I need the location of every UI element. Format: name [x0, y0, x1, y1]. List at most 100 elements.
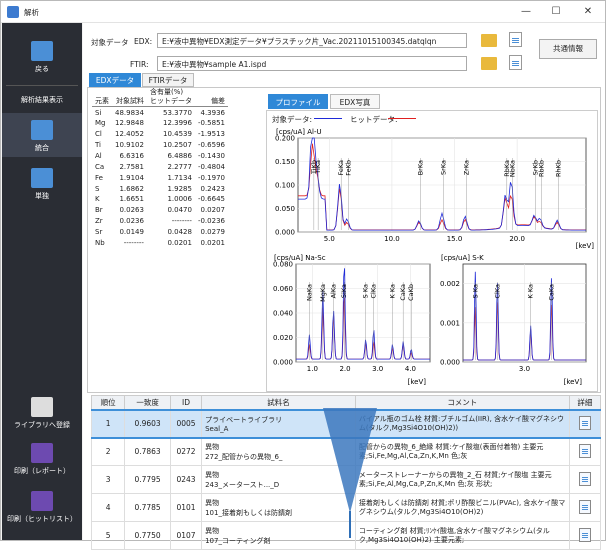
maximize-button[interactable]: ☐ — [541, 1, 571, 23]
table-cell: Al — [95, 151, 102, 160]
detail-cell[interactable] — [568, 465, 602, 494]
table-cell: -0.5851 — [197, 119, 225, 128]
y-tick-label: 0.000 — [273, 359, 293, 367]
peak-label: ZrKa — [462, 160, 470, 175]
detail-document-icon[interactable] — [578, 415, 591, 430]
chart-title: [cps/uA] S-K — [441, 254, 484, 262]
peak-label: AlKa — [330, 284, 338, 298]
library-register-label: ライブラリへ登録 — [14, 421, 70, 429]
peak-label: S Ka — [471, 284, 479, 298]
tab-profile[interactable]: プロファイル — [268, 94, 328, 109]
legend-target-line — [314, 118, 342, 119]
table-cell: -0.0236 — [197, 217, 225, 226]
table-cell: 12.4052 — [115, 130, 144, 139]
column-header[interactable]: 順位 — [90, 395, 126, 410]
y-tick-label: 0.150 — [275, 158, 295, 166]
single-button[interactable]: 単独 — [2, 165, 82, 201]
back-button[interactable]: 戻る — [2, 41, 82, 74]
share-info-button[interactable]: 共通情報 — [539, 39, 597, 59]
single-label: 単独 — [35, 192, 49, 200]
minimize-button[interactable]: — — [511, 1, 541, 23]
rank-cell: 2 — [90, 437, 126, 466]
comment-cell: メーターストレーナーからの異物_2_石 材質;ケイ酸塩 主要元素;Si,Fe,A… — [354, 465, 570, 494]
x-axis-label: [keV] — [564, 378, 583, 386]
y-tick-label: 0.020 — [273, 334, 293, 342]
column-header[interactable]: 一致度 — [124, 395, 171, 410]
library-icon — [31, 397, 53, 417]
ftir-path-field[interactable]: E:¥液中異物¥sample A1.ispd — [157, 56, 467, 71]
app-window: 解析 — ☐ ✕ 戻る 解析結果表示 統合 単独 ライブラリへ登録 印刷（レポー… — [0, 0, 606, 550]
detail-document-icon[interactable] — [578, 527, 591, 542]
table-cell: 1.9285 — [167, 184, 192, 193]
table-cell: Fe — [95, 173, 103, 182]
rank-cell: 3 — [90, 465, 126, 494]
app-icon — [7, 6, 19, 18]
spectrum-chart-al-u: [cps/uA] Al-U0.0000.0500.1000.1500.2005.… — [275, 128, 594, 250]
title-bar: 解析 — ☐ ✕ — [1, 1, 605, 23]
print-hitlist-button[interactable]: 印刷（ヒットリスト） — [2, 491, 82, 524]
series-line-hit — [296, 297, 430, 360]
main-area: 対象データ EDX: E:¥液中異物¥EDX測定データ¥プラスチック片_Vac.… — [83, 23, 605, 550]
document-icon[interactable] — [509, 32, 522, 47]
table-cell: 0.0263 — [119, 206, 144, 215]
table-cell: 6.4886 — [167, 151, 192, 160]
table-row: Cl 12.4052 10.4539 -1.9513 — [92, 129, 228, 140]
y-tick-label: 0.080 — [273, 261, 293, 269]
tab-edx[interactable]: EDXデータ — [89, 73, 141, 87]
table-cell: Nb — [95, 239, 105, 248]
table-cell: Ti — [95, 141, 102, 149]
table-cell: K — [95, 195, 100, 204]
peak-label: RbKb — [537, 160, 545, 177]
edx-path-field[interactable]: E:¥液中異物¥EDX測定データ¥プラスチック片_Vac.20211015100… — [157, 33, 467, 48]
print-report-button[interactable]: 印刷（レポート） — [2, 443, 82, 476]
column-header[interactable]: ID — [169, 395, 203, 410]
detail-document-icon[interactable] — [578, 443, 591, 458]
table-row: Si 48.9834 53.3770 4.3936 — [92, 107, 228, 118]
detail-cell[interactable] — [568, 408, 602, 439]
match-cell: 0.9603 — [124, 408, 171, 439]
peak-label: MgKa — [319, 284, 327, 302]
table-row: K 1.6651 1.0006 -0.6645 — [92, 194, 228, 205]
table-cell: -0.6596 — [197, 141, 225, 149]
detail-document-icon[interactable] — [578, 471, 591, 486]
y-tick-label: 0.100 — [275, 182, 295, 190]
document-icon[interactable] — [509, 55, 522, 70]
column-header: 元素 — [92, 96, 112, 108]
detail-document-icon[interactable] — [578, 499, 591, 514]
peak-label: NaKa — [305, 284, 313, 301]
tab-edx-photo[interactable]: EDX写真 — [330, 94, 380, 109]
detail-cell[interactable] — [568, 437, 602, 466]
table-cell: 2.7581 — [119, 162, 144, 171]
table-row: Br 0.0263 0.0470 0.0207 — [92, 205, 228, 216]
x-tick-label: 1.0 — [307, 365, 318, 373]
single-icon — [31, 168, 53, 188]
overlay-arrow — [323, 408, 377, 513]
table-row: Ti 10.9102 10.2507 -0.6596 — [92, 140, 228, 151]
table-cell: 1.6651 — [119, 195, 144, 204]
table-cell: Sr — [95, 228, 103, 237]
id-cell: 0272 — [169, 437, 203, 466]
table-cell: 2.2777 — [167, 162, 192, 171]
detail-cell[interactable] — [568, 493, 602, 522]
peak-label: TiKa — [314, 160, 322, 175]
integrate-button[interactable]: 統合 — [2, 113, 82, 157]
window-title: 解析 — [24, 8, 39, 17]
table-cell: -0.6645 — [197, 195, 225, 204]
integrate-icon — [31, 120, 53, 140]
y-tick-label: 0.000 — [275, 229, 295, 237]
column-header[interactable]: コメント — [354, 395, 570, 410]
close-button[interactable]: ✕ — [573, 1, 603, 23]
detail-cell[interactable] — [568, 521, 602, 550]
legend-hit-line — [388, 118, 416, 119]
edx-label: EDX: — [134, 37, 153, 46]
table-row[interactable]: 5 0.7750 0107 異物 107_コーティング剤 コーティング剤 材質;ﾘﾝｹｲ… — [90, 521, 602, 550]
tab-ftir[interactable]: FTIRデータ — [142, 73, 194, 87]
column-header[interactable]: 詳細 — [568, 395, 602, 410]
library-register-button[interactable]: ライブラリへ登録 — [2, 397, 82, 430]
match-cell: 0.7785 — [124, 493, 171, 522]
folder-icon[interactable] — [481, 57, 497, 70]
rank-cell: 5 — [90, 521, 126, 550]
print-hitlist-label: 印刷（ヒットリスト） — [7, 515, 77, 523]
folder-icon[interactable] — [481, 34, 497, 47]
x-tick-label: 3.0 — [372, 365, 383, 373]
